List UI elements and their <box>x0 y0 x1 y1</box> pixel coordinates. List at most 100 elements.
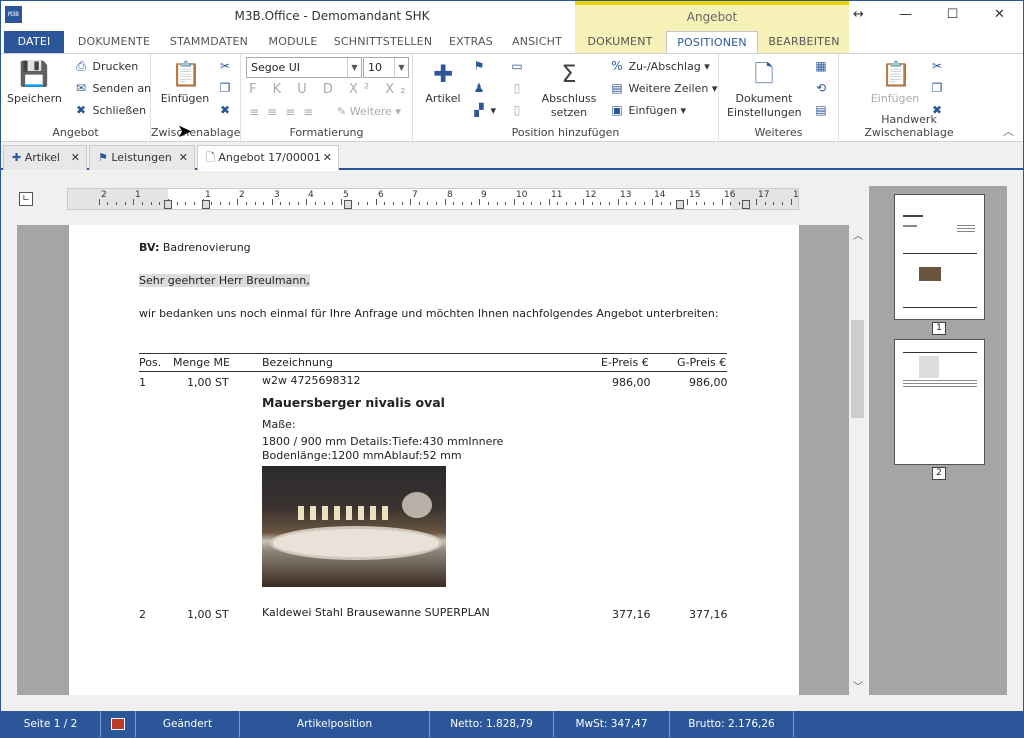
discount-button[interactable]: % Zu-/Abschlag ▾ <box>609 58 709 75</box>
save-button[interactable]: 💾 Speichern <box>7 60 62 106</box>
ruler-tick <box>575 202 576 205</box>
tab-stammdaten[interactable]: STAMMDATEN <box>163 31 255 53</box>
page-break-button[interactable]: ▯ <box>509 80 525 97</box>
tab-positionen[interactable]: POSITIONEN <box>666 31 758 54</box>
article-button[interactable]: ✚ Artikel <box>423 60 463 106</box>
page-icon: ▯ <box>513 81 521 95</box>
ribbon-tabs: DATEI DOKUMENTE STAMMDATEN MODULE SCHNIT… <box>1 31 1023 54</box>
status-vat: MwSt: 347,47 <box>554 711 670 737</box>
group-label: Position hinzufügen <box>511 126 620 139</box>
resize-icon[interactable]: ↔ <box>835 1 882 31</box>
alignment-buttons[interactable]: ≡≡≡≡ <box>249 104 321 120</box>
ruler-tick <box>765 202 766 205</box>
ruler-tick <box>133 199 134 205</box>
vertical-scrollbar[interactable]: ︿ ﹀ <box>849 225 867 695</box>
intro-text[interactable]: wir bedanken uns noch einmal für Ihre An… <box>139 307 719 320</box>
status-net: Netto: 1.828,79 <box>430 711 554 737</box>
scroll-thumb[interactable] <box>851 320 864 418</box>
ruler-tick <box>739 202 740 205</box>
calculator-button[interactable]: ▦ <box>813 58 829 75</box>
ruler-zone: ∟ 21123456789101112131415161718 <box>1 172 867 225</box>
copy-icon: ❐ <box>219 81 231 95</box>
thumb-line <box>903 215 923 217</box>
more-format-button[interactable]: ✎ Weitere ▾ <box>337 104 401 120</box>
ruler-tick <box>730 202 731 205</box>
font-select[interactable]: Segoe UI ▼ <box>246 57 362 78</box>
thumbnail-page-1[interactable] <box>894 194 985 320</box>
sum-button[interactable]: Σ Abschluss setzen <box>539 60 599 120</box>
more-rows-button[interactable]: ▤ Weitere Zeilen ▾ <box>609 80 717 97</box>
tab-extras[interactable]: EXTRAS <box>443 31 499 53</box>
close-tab-icon[interactable]: ✕ <box>179 146 188 170</box>
maximize-button[interactable]: ☐ <box>929 1 976 31</box>
tab-ansicht[interactable]: ANSICHT <box>506 31 568 53</box>
ruler-tab-marker[interactable] <box>202 200 210 209</box>
close-tab-icon[interactable]: ✕ <box>323 146 332 170</box>
tab-dokumente[interactable]: DOKUMENTE <box>71 31 157 53</box>
thumb-table-line <box>903 253 977 254</box>
ruler-tick <box>661 202 662 205</box>
tab-bearbeiten[interactable]: BEARBEITEN <box>763 31 845 53</box>
doc-tab-label: Angebot 17/00001 <box>218 151 321 164</box>
status-indicator[interactable] <box>101 711 136 737</box>
group-format: Segoe UI ▼ 10 ▼ F K U D X² X₂ ≡≡≡≡ ✎ Weite… <box>241 54 413 142</box>
cut-button[interactable]: ✂ <box>217 58 233 75</box>
print-button[interactable]: ⎙ Drucken <box>73 58 138 75</box>
empty-row-button[interactable]: ▯ <box>509 102 525 119</box>
insert-button[interactable]: ▣ Einfügen ▾ <box>609 102 686 119</box>
close-doc-button[interactable]: ✖ Schließen <box>73 102 146 119</box>
minimize-button[interactable]: — <box>882 1 929 31</box>
ruler-tick <box>255 202 256 205</box>
ruler-tab-marker[interactable] <box>676 200 684 209</box>
salutation[interactable]: Sehr geehrter Herr Breulmann, <box>139 274 310 287</box>
row-total: 377,16 <box>689 608 728 621</box>
tab-stop-selector[interactable]: ∟ <box>19 192 33 206</box>
group-button[interactable]: ▞ ▾ <box>471 102 496 119</box>
delete-button[interactable]: ✖ <box>217 102 233 119</box>
sum-label: Abschluss setzen <box>541 92 597 119</box>
send-button[interactable]: ✉ Senden an <box>73 80 151 97</box>
services-icon: ⚑ <box>98 151 108 164</box>
doc-tab-artikel[interactable]: ✚ Artikel ✕ <box>3 145 87 170</box>
status-page: Seite 1 / 2 <box>1 711 101 737</box>
text-style-buttons[interactable]: F K U D X² X₂ <box>249 82 411 98</box>
text-block-button[interactable]: ▭ <box>509 58 525 75</box>
craft-paste-button[interactable]: 📋 Einfügen <box>869 60 921 106</box>
person-button[interactable]: ♟ <box>471 80 487 97</box>
doc-tab-angebot[interactable]: 🗋 Angebot 17/00001 ✕ <box>197 145 339 171</box>
scroll-up-icon[interactable]: ︿ <box>849 227 867 242</box>
collapse-ribbon-icon[interactable]: ︿ <box>1003 124 1014 140</box>
craft-cut-button[interactable]: ✂ <box>929 58 945 75</box>
ruler-tick <box>462 202 463 205</box>
craft-copy-button[interactable]: ❐ <box>929 80 945 97</box>
ruler-tick <box>531 202 532 205</box>
tab-dokument[interactable]: DOKUMENT <box>581 31 659 53</box>
clipboard-icon: 📋 <box>171 60 201 88</box>
doc-tab-label: Artikel <box>24 151 60 164</box>
ruler-tab-marker[interactable] <box>742 200 750 209</box>
print-preview-button[interactable]: ▤ <box>813 102 829 119</box>
doc-tab-label: Leistungen <box>111 151 172 164</box>
horizontal-ruler[interactable]: 21123456789101112131415161718 <box>67 188 799 210</box>
close-window-button[interactable]: ✕ <box>976 1 1023 31</box>
paste-button[interactable]: 📋 Einfügen <box>159 60 211 106</box>
thumbnail-page-2[interactable] <box>894 339 985 465</box>
refresh-button[interactable]: ⟲ <box>813 80 829 97</box>
copy-button[interactable]: ❐ <box>217 80 233 97</box>
ruler-tab-marker[interactable] <box>164 200 172 209</box>
scroll-down-icon[interactable]: ﹀ <box>849 678 867 693</box>
ruler-tick <box>756 199 757 205</box>
ruler-tab-marker[interactable] <box>344 200 352 209</box>
tab-module[interactable]: MODULE <box>263 31 323 53</box>
ruler-tick <box>471 202 472 205</box>
tab-datei[interactable]: DATEI <box>4 31 64 53</box>
thumbnail-number: 1 <box>932 322 946 335</box>
group-label: Formatierung <box>289 126 364 139</box>
doc-tab-leistungen[interactable]: ⚑ Leistungen ✕ <box>89 145 195 170</box>
doc-settings-button[interactable]: 🗋 Dokument Einstellungen <box>727 60 802 120</box>
services-button[interactable]: ⚑ <box>471 58 487 75</box>
close-tab-icon[interactable]: ✕ <box>71 146 80 170</box>
tab-schnittstellen[interactable]: SCHNITTSTELLEN <box>331 31 435 53</box>
close-icon: ✖ <box>75 103 87 117</box>
font-size-select[interactable]: 10 ▼ <box>363 57 409 78</box>
